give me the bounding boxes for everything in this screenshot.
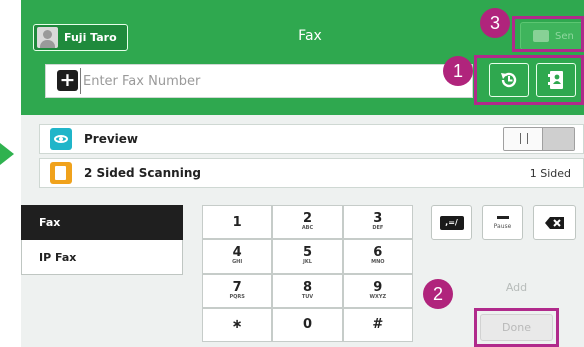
- key-letters: DEF: [372, 225, 384, 232]
- key-5[interactable]: 5 JKL: [272, 239, 343, 274]
- key-digit: 0: [302, 317, 313, 333]
- key-7[interactable]: 7 PQRS: [202, 273, 273, 308]
- tab-fax[interactable]: Fax: [21, 205, 183, 240]
- key-3[interactable]: 3 DEF: [342, 205, 413, 240]
- key-0[interactable]: 0: [272, 307, 343, 342]
- pause-dash-icon: [496, 215, 509, 219]
- pause-button[interactable]: Pause: [482, 205, 523, 240]
- backspace-icon: [544, 216, 564, 229]
- key-digit: 1: [232, 214, 242, 230]
- two-sided-scanning-row[interactable]: 2 Sided Scanning 1 Sided: [39, 158, 584, 188]
- key-letters: MNO: [371, 259, 385, 266]
- key-digit: 5: [302, 245, 313, 261]
- user-button[interactable]: Fuji Taro: [33, 24, 128, 51]
- key-digit: 2: [302, 211, 313, 227]
- key-4[interactable]: 4 GHI: [202, 239, 273, 274]
- page-title: Fax: [298, 28, 322, 44]
- toggle-track: [543, 128, 574, 150]
- key-letters: PQRS: [229, 293, 245, 300]
- key-letters: WXYZ: [369, 293, 387, 300]
- user-avatar-icon: [37, 27, 58, 48]
- dtmf-button[interactable]: ,=/: [431, 205, 472, 240]
- key-letters: JKL: [303, 259, 312, 266]
- preview-label: Preview: [84, 132, 139, 146]
- key-8[interactable]: 8 TUV: [272, 273, 343, 308]
- key-digit: 6: [373, 245, 383, 261]
- key-digit: 9: [373, 279, 383, 295]
- key-9[interactable]: 9 WXYZ: [342, 273, 413, 308]
- callout-1-badge: 1: [443, 56, 473, 86]
- pointer-arrow-icon: [0, 143, 14, 165]
- key-digit: ∗: [231, 317, 243, 333]
- backspace-button[interactable]: [533, 205, 576, 240]
- preview-row[interactable]: Preview: [39, 124, 584, 154]
- two-sided-document-icon: [50, 162, 72, 184]
- key-letters: ABC: [301, 225, 314, 232]
- fax-number-input[interactable]: [80, 68, 460, 94]
- key-2[interactable]: 2 ABC: [272, 205, 343, 240]
- two-sided-label: 2 Sided Scanning: [84, 166, 201, 180]
- key-digit: 3: [373, 211, 383, 227]
- callout-1-frame: [474, 55, 584, 105]
- key-letters: TUV: [301, 293, 314, 300]
- two-sided-value: 1 Sided: [529, 166, 571, 180]
- plus-icon[interactable]: +: [57, 70, 78, 91]
- key-digit: #: [372, 317, 384, 333]
- pause-label: Pause: [493, 222, 512, 230]
- key-1[interactable]: 1: [202, 205, 273, 240]
- callout-2-badge: 2: [423, 279, 453, 309]
- key-digit: 7: [232, 279, 242, 295]
- callout-3-badge: 3: [480, 8, 510, 38]
- eye-icon: [50, 128, 72, 150]
- key-digit: 4: [232, 245, 242, 261]
- key-hash[interactable]: #: [342, 307, 413, 342]
- add-button[interactable]: Add: [480, 273, 553, 301]
- key-star[interactable]: ∗: [202, 307, 273, 342]
- key-digit: 8: [302, 279, 313, 295]
- toggle-knob: [504, 128, 543, 150]
- dtmf-label: ,=/: [439, 215, 464, 230]
- preview-toggle[interactable]: [503, 127, 575, 151]
- tab-ip-fax[interactable]: IP Fax: [21, 240, 183, 275]
- key-letters: GHI: [232, 259, 243, 266]
- callout-3-frame: [512, 16, 584, 52]
- numeric-keypad: 1 2 ABC 3 DEF 4 GHI 5 JKL 6 MNO 7 PQRS 8 TUV 9W…: [202, 205, 413, 342]
- user-name: Fuji Taro: [64, 31, 117, 44]
- callout-2-frame: [474, 308, 559, 347]
- key-6[interactable]: 6 MNO: [342, 239, 413, 274]
